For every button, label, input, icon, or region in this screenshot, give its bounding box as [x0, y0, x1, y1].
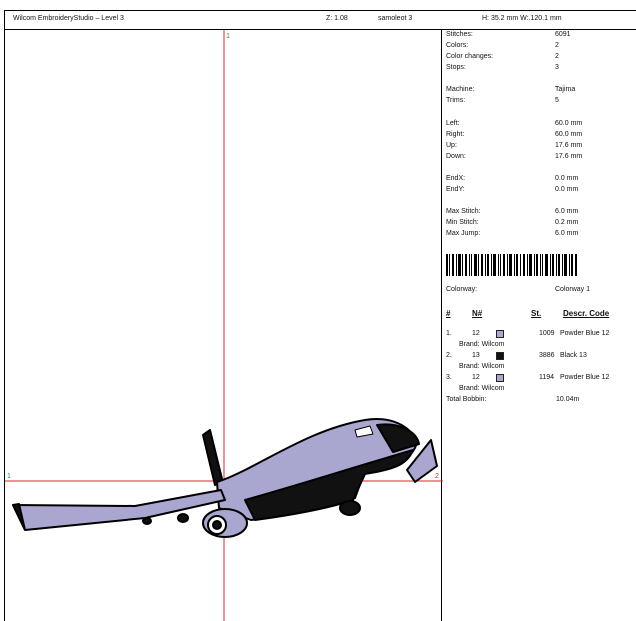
- app-title: Wilcom EmbroideryStudio – Level 3: [13, 15, 124, 22]
- min-stitch-row: Min Stitch: 0.2 mm: [446, 219, 579, 226]
- col-header-stitches: St.: [531, 309, 542, 318]
- design-dimensions: H: 35.2 mm W:.120.1 mm: [482, 15, 562, 22]
- max-jump-row: Max Jump: 6.0 mm: [446, 230, 579, 237]
- col-header-descr: Descr. Code: [563, 309, 610, 318]
- guide-marker-top: 1: [226, 33, 230, 40]
- design-preview: 1 1 2: [5, 30, 443, 621]
- color-row: 1. 12 1009 Powder Blue 12 Brand: Wilcom: [446, 330, 610, 348]
- guide-marker-right: 2: [435, 473, 439, 480]
- colors-row: Colors: 2: [446, 42, 559, 49]
- report-header: Wilcom EmbroideryStudio – Level 3 Z: 1.0…: [4, 10, 636, 30]
- airplane-embroidery: [12, 418, 438, 538]
- color-row: 2. 13 3886 Black 13 Brand: Wilcom: [446, 352, 587, 370]
- col-header-n: N#: [472, 309, 483, 318]
- endy-row: EndY: 0.0 mm: [446, 186, 579, 193]
- down-row: Down: 17.6 mm: [446, 153, 583, 160]
- guide-marker-left: 1: [7, 473, 11, 480]
- tail-fin: [202, 429, 224, 486]
- col-header-index: #: [446, 309, 451, 318]
- design-canvas[interactable]: 1 1 2: [4, 30, 443, 621]
- colorway-value: Colorway 1: [555, 286, 591, 293]
- right-row: Right: 60.0 mm: [446, 131, 583, 138]
- endx-row: EndX: 0.0 mm: [446, 175, 579, 182]
- color-row: 3. 12 1194 Powder Blue 12 Brand: Wilcom: [446, 374, 610, 392]
- colorway-label: Colorway:: [446, 286, 478, 293]
- colorway-row: Colorway: Colorway 1: [446, 286, 636, 296]
- barcode: [446, 254, 577, 276]
- machine-row: Machine: Tajima: [446, 86, 576, 93]
- max-stitch-row: Max Stitch: 6.0 mm: [446, 208, 579, 215]
- trims-row: Trims: 5: [446, 97, 559, 104]
- stops-row: Stops: 3: [446, 64, 559, 71]
- left-row: Left: 60.0 mm: [446, 120, 583, 127]
- color-swatch: [496, 352, 504, 360]
- zoom-readout: Z: 1.08: [326, 15, 348, 22]
- design-name: samoleot 3: [378, 15, 413, 22]
- stitches-row: Stitches: 6091: [446, 31, 571, 38]
- color-swatch: [496, 374, 504, 382]
- up-row: Up: 17.6 mm: [446, 142, 583, 149]
- total-bobbin-row: Total Bobbin: 10.04m: [446, 396, 580, 403]
- color-changes-row: Color changes: 2: [446, 53, 559, 60]
- color-swatch: [496, 330, 504, 338]
